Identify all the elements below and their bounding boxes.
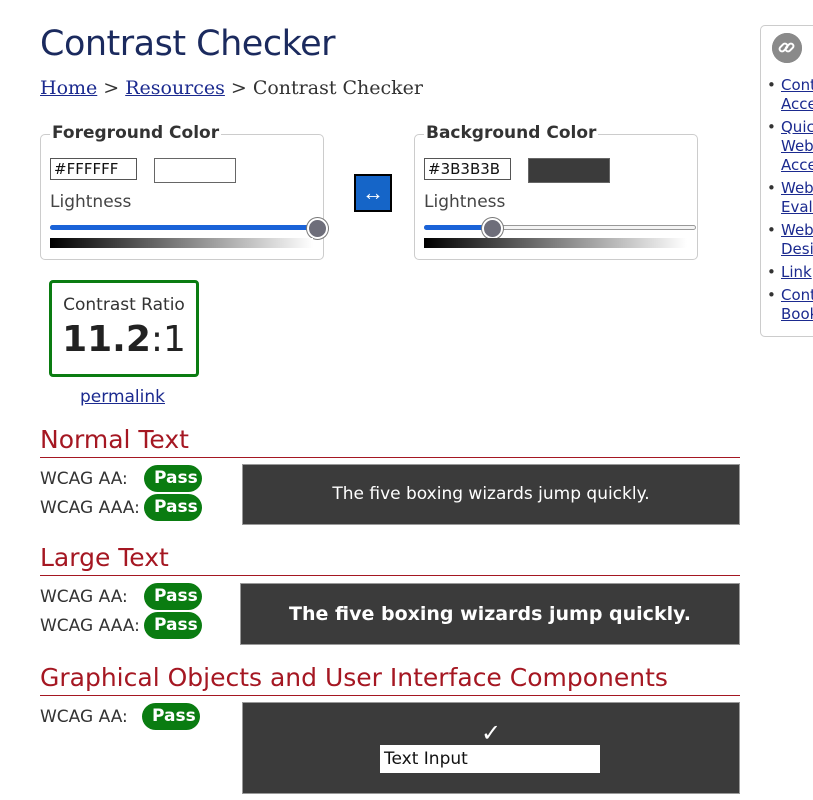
related-link[interactable]: Cont <box>781 286 813 305</box>
large-text-heading: Large Text <box>40 543 169 572</box>
foreground-slider-fill <box>50 225 318 230</box>
background-lightness-label: Lightness <box>424 192 506 212</box>
graphical-objects-heading: Graphical Objects and User Interface Com… <box>40 663 668 692</box>
graphical-objects-preview: ✓ Text Input <box>242 702 740 794</box>
contrast-ratio-value: 11.2:1 <box>52 319 196 360</box>
contrast-ratio-box: Contrast Ratio 11.2:1 <box>49 280 199 377</box>
related-link[interactable]: Web <box>781 221 813 240</box>
contrast-ratio-suffix: :1 <box>150 319 186 360</box>
large-aaa-label: WCAG AAA: <box>40 616 140 636</box>
foreground-legend: Foreground Color <box>50 123 222 143</box>
list-item[interactable]: ContBook <box>767 286 813 324</box>
breadcrumb-current: Contrast Checker <box>252 77 424 99</box>
foreground-lightness-gradient <box>50 238 313 248</box>
normal-text-preview: The five boxing wizards jump quickly. <box>242 464 740 525</box>
list-item[interactable]: WebDesig <box>767 221 813 259</box>
section-divider <box>40 457 740 458</box>
foreground-color-panel: Foreground Color #FFFFFF Lightness <box>40 123 328 260</box>
page-title: Contrast Checker <box>40 24 336 64</box>
checkmark-icon: ✓ <box>480 719 502 747</box>
swap-colors-button[interactable]: ↔ <box>354 174 392 212</box>
normal-aa-label: WCAG AA: <box>40 469 128 489</box>
link-icon-graphic <box>772 33 802 63</box>
background-hex-input[interactable]: #3B3B3B <box>424 158 511 180</box>
related-link[interactable]: Book <box>781 305 813 324</box>
swap-arrows-icon: ↔ <box>362 180 384 205</box>
large-aaa-status-badge: Pass <box>144 612 202 639</box>
background-color-panel: Background Color #3B3B3B Lightness <box>414 123 698 260</box>
related-link[interactable]: Cont <box>781 76 813 95</box>
foreground-slider-handle[interactable] <box>307 218 328 239</box>
contrast-ratio-label: Contrast Ratio <box>63 295 185 315</box>
background-slider-fill <box>424 225 488 230</box>
list-item[interactable]: WebEvalu <box>767 179 813 217</box>
large-aa-status-badge: Pass <box>144 583 202 610</box>
contrast-ratio-number: 11.2 <box>62 319 151 360</box>
list-item[interactable]: ContAcce <box>767 76 813 114</box>
related-link[interactable]: Evalu <box>781 198 813 217</box>
related-link[interactable]: Web <box>781 179 813 198</box>
related-links-list: ContAcce QuicWebAcce WebEvalu WebDesig L… <box>767 76 813 328</box>
list-item[interactable]: QuicWebAcce <box>767 118 813 175</box>
section-divider <box>40 695 740 696</box>
breadcrumb-resources-link[interactable]: Resources <box>125 77 225 99</box>
normal-text-heading: Normal Text <box>40 425 189 454</box>
breadcrumb-home-link[interactable]: Home <box>40 77 97 99</box>
background-legend: Background Color <box>424 123 599 143</box>
background-slider-handle[interactable] <box>481 218 503 239</box>
normal-aa-status-badge: Pass <box>144 465 202 492</box>
list-item[interactable]: Link <box>767 263 813 282</box>
background-lightness-gradient <box>424 238 687 248</box>
related-link[interactable]: Desig <box>781 240 813 259</box>
related-link[interactable]: Acce <box>781 156 813 175</box>
related-link[interactable]: Acce <box>781 95 813 114</box>
graphical-aa-status-badge: Pass <box>142 703 200 730</box>
related-link[interactable]: Web <box>781 137 813 156</box>
background-color-picker[interactable] <box>528 158 610 183</box>
large-aa-label: WCAG AA: <box>40 587 128 607</box>
breadcrumb-separator: > <box>230 77 247 99</box>
breadcrumb-separator: > <box>103 77 120 99</box>
graphical-aa-label: WCAG AA: <box>40 707 128 727</box>
related-resources-panel: ContAcce QuicWebAcce WebEvalu WebDesig L… <box>760 25 813 337</box>
breadcrumb: Home > Resources > Contrast Checker <box>40 77 423 99</box>
normal-aaa-label: WCAG AAA: <box>40 498 140 518</box>
section-divider <box>40 575 740 576</box>
link-icon <box>772 33 802 63</box>
related-link[interactable]: Quic <box>781 118 813 137</box>
foreground-color-picker[interactable] <box>154 158 236 183</box>
normal-aaa-status-badge: Pass <box>144 494 202 521</box>
large-text-preview: The five boxing wizards jump quickly. <box>240 583 740 645</box>
related-link[interactable]: Link <box>781 263 813 282</box>
permalink-link[interactable]: permalink <box>80 387 165 407</box>
foreground-lightness-label: Lightness <box>50 192 132 212</box>
sample-text-input[interactable]: Text Input <box>380 745 600 773</box>
foreground-hex-input[interactable]: #FFFFFF <box>50 158 137 180</box>
